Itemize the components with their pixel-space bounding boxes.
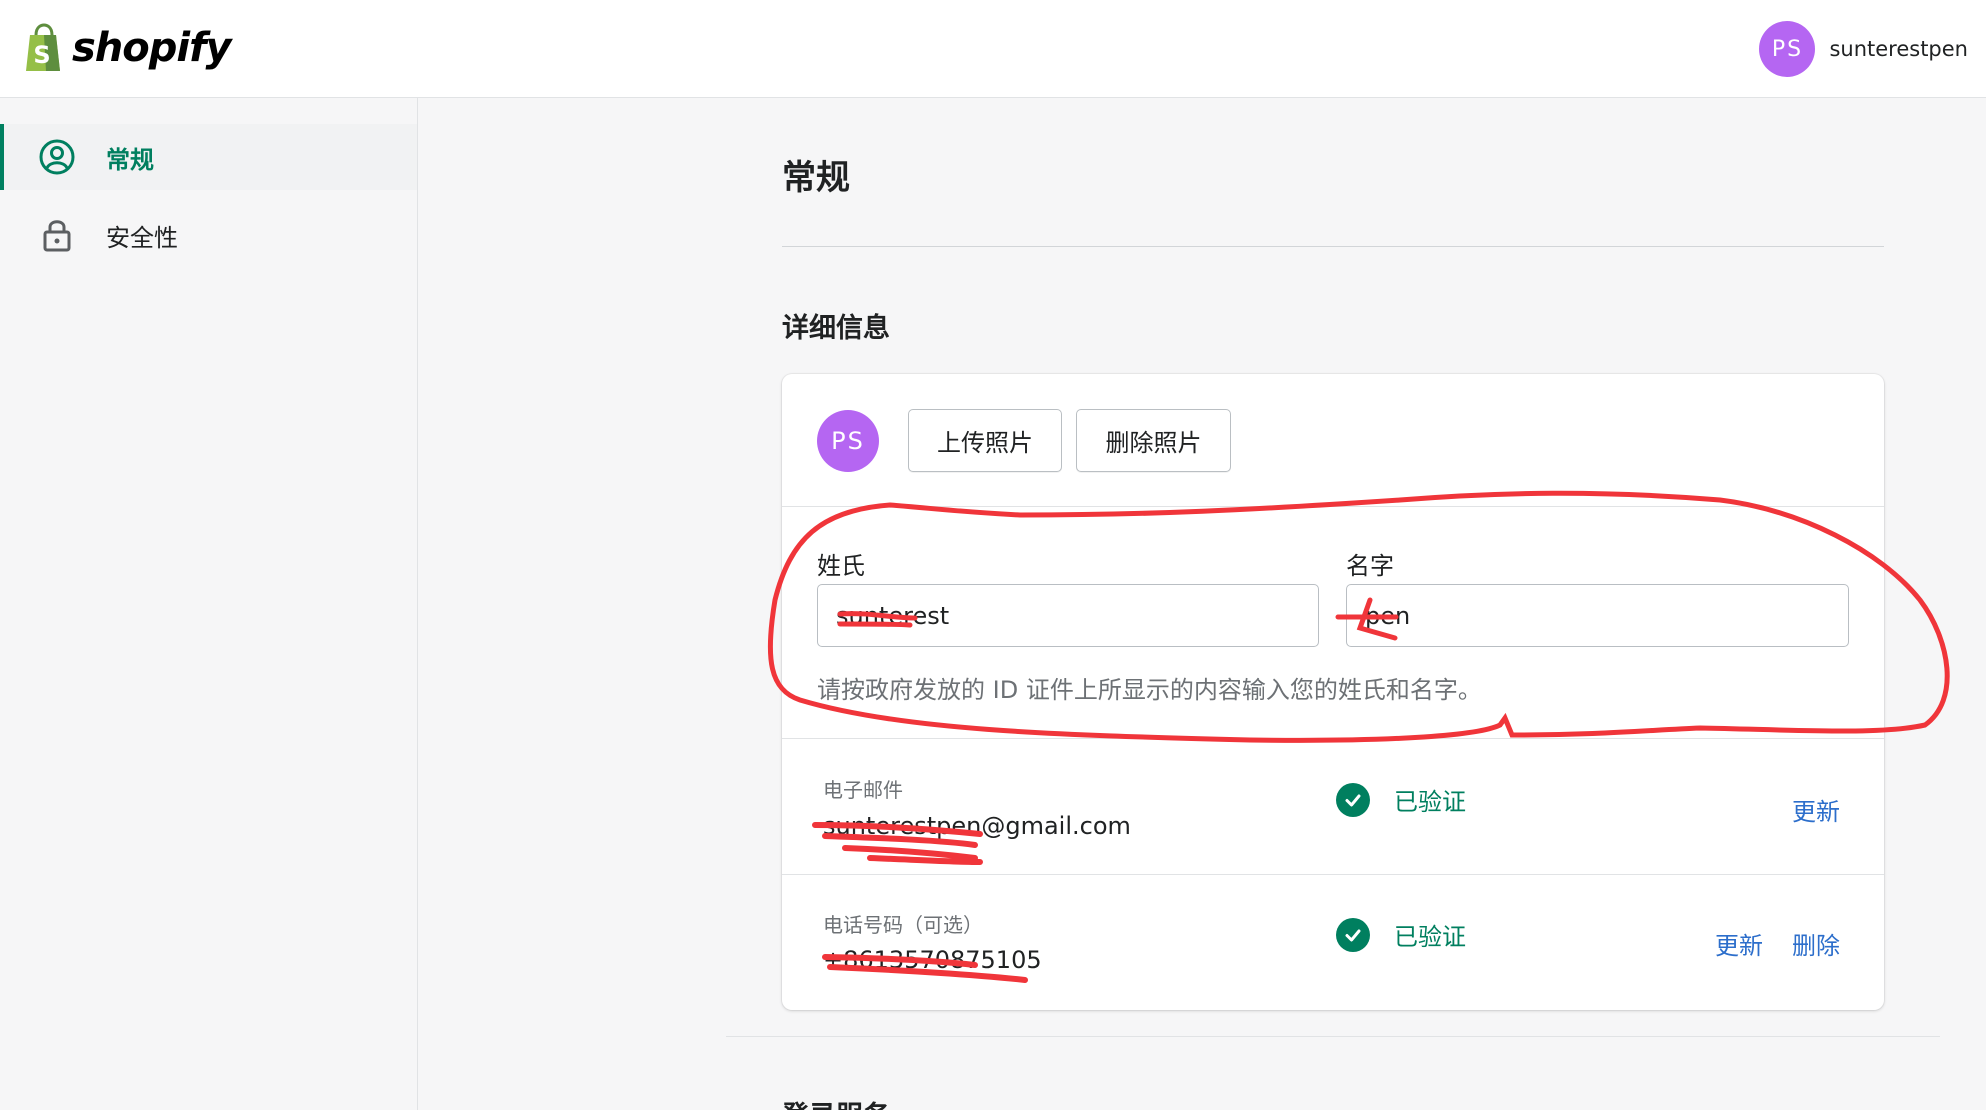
name-help-text: 请按政府发放的 ID 证件上所显示的内容输入您的姓氏和名字。 (817, 676, 1482, 704)
sidebar-item-label: 安全性 (106, 223, 178, 252)
shopify-logo[interactable]: S shopify (24, 20, 232, 76)
brand-name: shopify (72, 25, 232, 71)
user-circle-icon (38, 138, 76, 176)
check-circle-icon (1336, 782, 1370, 817)
divider (782, 506, 1884, 507)
avatar: PS (1759, 21, 1816, 77)
divider (782, 246, 1884, 247)
last-name-label: 姓氏 (817, 552, 865, 580)
update-phone-link[interactable]: 更新 (1715, 926, 1763, 961)
shopify-bag-icon: S (26, 23, 60, 71)
profile-avatar: PS (817, 410, 879, 472)
email-verified-badge: 已验证 (1336, 782, 1466, 817)
section-title-login-services: 登录服务 (782, 1094, 890, 1110)
first-name-field[interactable]: pen (1346, 584, 1849, 647)
user-name: sunterestpen (1829, 37, 1968, 61)
divider (782, 874, 1884, 875)
delete-phone-link[interactable]: 删除 (1792, 926, 1840, 961)
status-text: 已验证 (1394, 788, 1466, 816)
lock-icon (38, 216, 76, 254)
sidebar-item-label: 常规 (106, 145, 154, 174)
update-email-link[interactable]: 更新 (1792, 792, 1840, 827)
phone-label: 电话号码（可选） (823, 913, 983, 937)
last-name-field[interactable]: sunterest (817, 584, 1319, 647)
first-name-label: 名字 (1346, 552, 1394, 580)
status-text: 已验证 (1394, 923, 1466, 951)
email-label: 电子邮件 (823, 778, 903, 802)
divider (782, 738, 1884, 739)
email-value: sunterestpen@gmail.com (823, 812, 1131, 840)
phone-verified-badge: 已验证 (1336, 917, 1466, 952)
sidebar-item-security[interactable]: 安全性 (0, 202, 417, 268)
top-bar: S shopify PS sunterestpen (0, 0, 1986, 98)
page-title: 常规 (782, 158, 850, 198)
details-card: PS 上传照片 删除照片 姓氏 名字 sunterest pen 请按政府发放的… (782, 374, 1884, 1010)
divider (726, 1036, 1940, 1037)
svg-text:S: S (33, 41, 50, 69)
user-menu[interactable]: PS sunterestpen (1759, 20, 1968, 78)
sidebar-item-general[interactable]: 常规 (0, 124, 417, 190)
section-title-details: 详细信息 (782, 313, 890, 344)
delete-photo-button[interactable]: 删除照片 (1076, 409, 1231, 472)
phone-value: +8613570875105 (823, 946, 1042, 974)
sidebar: 常规 安全性 (0, 98, 418, 1110)
upload-photo-button[interactable]: 上传照片 (908, 409, 1062, 472)
check-circle-icon (1336, 917, 1370, 952)
